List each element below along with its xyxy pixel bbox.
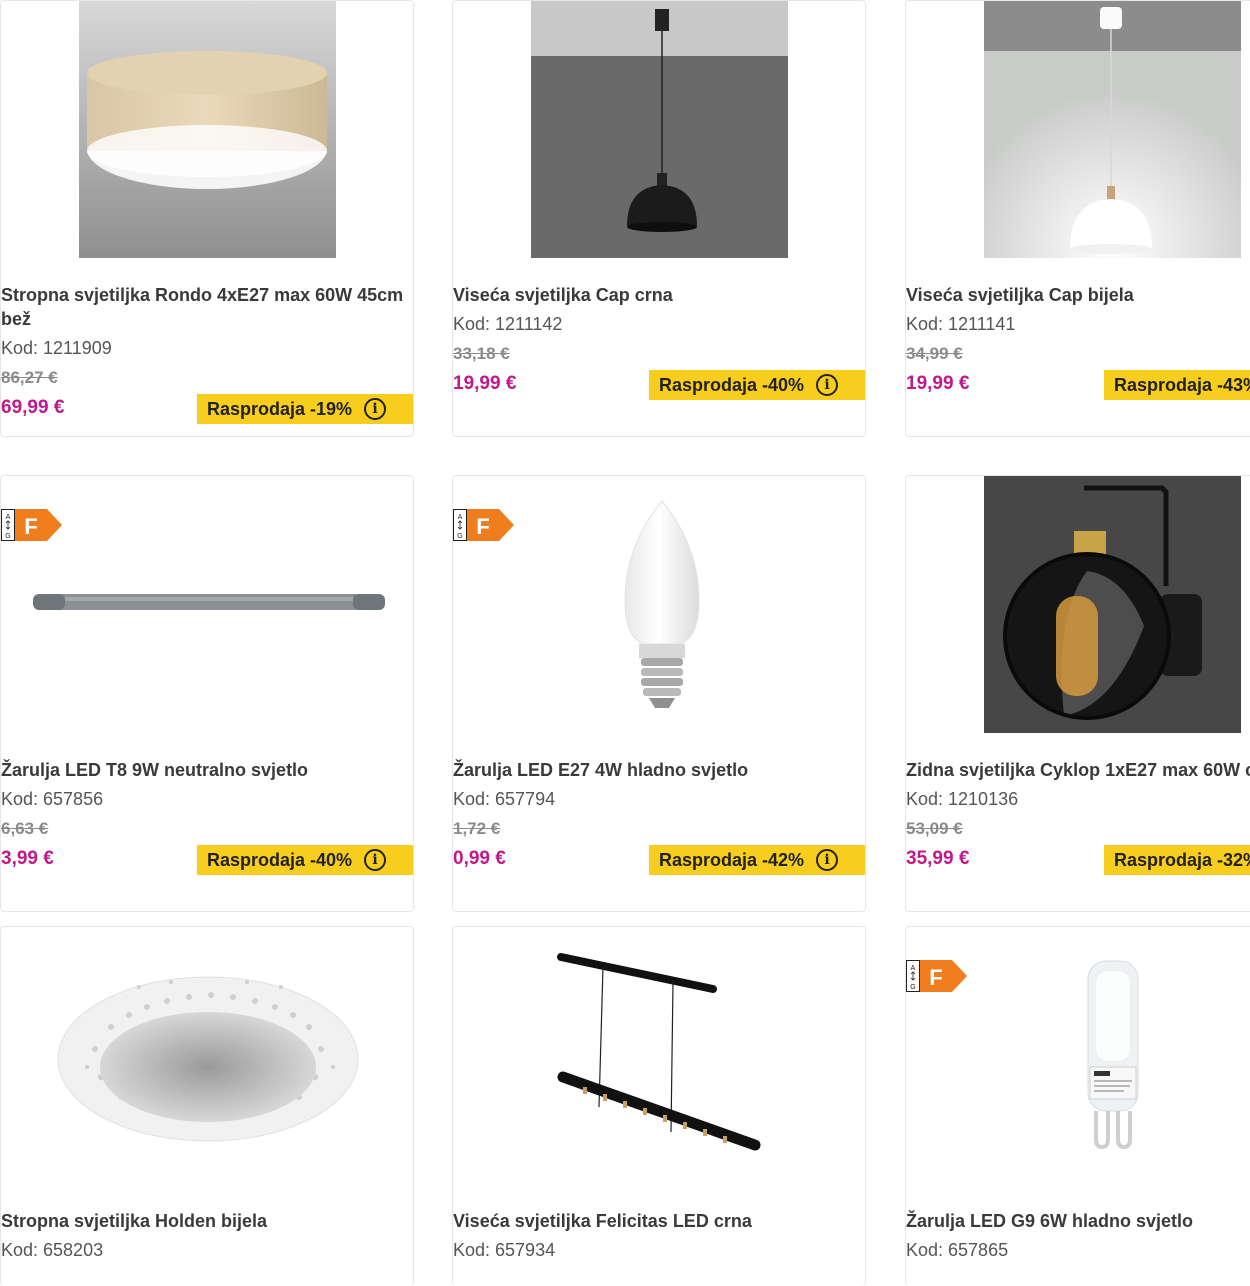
product-image[interactable] xyxy=(984,476,1241,733)
product-card[interactable]: Stropna svjetiljka Rondo 4xE27 max 60W 4… xyxy=(0,0,414,437)
sale-badge: Rasprodaja -32% xyxy=(1104,845,1250,875)
product-image[interactable] xyxy=(51,927,365,1184)
old-price: 86,27 € xyxy=(1,368,58,387)
product-image[interactable] xyxy=(984,927,1241,1184)
product-title[interactable]: Viseća svjetiljka Cap bijela xyxy=(906,283,1250,307)
sale-price: 69,99 € xyxy=(1,397,65,418)
sale-price: 35,99 € xyxy=(906,848,970,869)
product-title[interactable]: Stropna svjetiljka Holden bijela xyxy=(1,1209,413,1233)
info-icon[interactable]: i xyxy=(816,374,839,396)
sale-price: 0,99 € xyxy=(453,848,506,869)
product-image[interactable] xyxy=(984,1,1241,258)
product-code: Kod: 657794 xyxy=(453,789,556,809)
old-price: 1,72 € xyxy=(453,819,501,838)
sale-badge: Rasprodaja -40% i xyxy=(197,845,413,875)
sale-badge-label: Rasprodaja -40% xyxy=(659,374,805,395)
energy-scale-bottom: G xyxy=(457,533,462,540)
product-code: Kod: 1211141 xyxy=(906,314,1016,334)
old-price: 53,09 € xyxy=(906,819,963,838)
product-card[interactable]: A G F Žarulja LED G9 6W hladno svjetlo K… xyxy=(905,926,1250,1286)
product-card[interactable]: Viseća svjetiljka Cap crna Kod: 1211142 … xyxy=(452,0,866,437)
sale-badge: Rasprodaja -19% i xyxy=(197,394,413,424)
energy-label[interactable]: A G F xyxy=(453,509,515,541)
sale-badge-label: Rasprodaja -43% xyxy=(1114,374,1250,395)
energy-scale-top: A xyxy=(911,965,916,972)
product-card[interactable]: Stropna svjetiljka Holden bijela Kod: 65… xyxy=(0,926,414,1286)
sale-badge-label: Rasprodaja -42% xyxy=(659,849,805,870)
sale-badge-label: Rasprodaja -32% xyxy=(1114,849,1250,870)
sale-price: 3,99 € xyxy=(1,848,54,869)
energy-scale-bottom: G xyxy=(910,984,915,991)
old-price: 6,63 € xyxy=(1,819,49,838)
sale-badge: Rasprodaja -43% xyxy=(1104,370,1250,400)
sale-badge-label: Rasprodaja -19% xyxy=(207,398,353,419)
product-title[interactable]: Zidna svjetiljka Cyklop 1xE27 max 60W cr… xyxy=(906,758,1250,782)
product-code: Kod: 657934 xyxy=(453,1240,556,1260)
product-image[interactable] xyxy=(531,1,788,258)
product-title[interactable]: Viseća svjetiljka Cap crna xyxy=(453,283,865,307)
sale-badge: Rasprodaja -42% i xyxy=(649,845,865,875)
product-code: Kod: 657865 xyxy=(906,1240,1009,1260)
product-image[interactable] xyxy=(1,476,413,733)
old-price: 33,18 € xyxy=(453,344,510,363)
product-card[interactable]: Viseća svjetiljka Felicitas LED crna Kod… xyxy=(452,926,866,1286)
energy-label[interactable]: A G F xyxy=(906,960,968,992)
product-card[interactable]: A G F Žarulja LED T8 9W neutralno svjetl… xyxy=(0,475,414,912)
product-image[interactable] xyxy=(531,476,788,733)
sale-price: 19,99 € xyxy=(453,373,517,394)
product-title[interactable]: Žarulja LED G9 6W hladno svjetlo xyxy=(906,1209,1250,1233)
product-code: Kod: 1210136 xyxy=(906,789,1019,809)
product-title[interactable]: Viseća svjetiljka Felicitas LED crna xyxy=(453,1209,865,1233)
product-card[interactable]: Viseća svjetiljka Cap bijela Kod: 121114… xyxy=(905,0,1250,437)
energy-scale-top: A xyxy=(458,514,463,521)
product-title[interactable]: Žarulja LED E27 4W hladno svjetlo xyxy=(453,758,865,782)
energy-class: F xyxy=(929,965,942,990)
old-price: 34,99 € xyxy=(906,344,963,363)
product-title[interactable]: Žarulja LED T8 9W neutralno svjetlo xyxy=(1,758,413,782)
info-icon[interactable]: i xyxy=(364,398,387,420)
product-image[interactable] xyxy=(533,927,790,1184)
sale-badge-label: Rasprodaja -40% xyxy=(207,849,353,870)
energy-class: F xyxy=(476,514,489,539)
product-code: Kod: 1211142 xyxy=(453,314,563,334)
sale-badge: Rasprodaja -40% i xyxy=(649,370,865,400)
product-code: Kod: 1211909 xyxy=(1,338,112,358)
product-title[interactable]: Stropna svjetiljka Rondo 4xE27 max 60W 4… xyxy=(1,283,413,331)
product-card[interactable]: A G F Žarulja LED E27 4W hladno svjetlo … xyxy=(452,475,866,912)
product-image[interactable] xyxy=(79,1,336,258)
product-card[interactable]: Zidna svjetiljka Cyklop 1xE27 max 60W cr… xyxy=(905,475,1250,912)
product-code: Kod: 658203 xyxy=(1,1240,104,1260)
info-icon[interactable]: i xyxy=(816,849,839,871)
info-icon[interactable]: i xyxy=(364,849,387,871)
sale-price: 19,99 € xyxy=(906,373,970,394)
product-code: Kod: 657856 xyxy=(1,789,104,809)
